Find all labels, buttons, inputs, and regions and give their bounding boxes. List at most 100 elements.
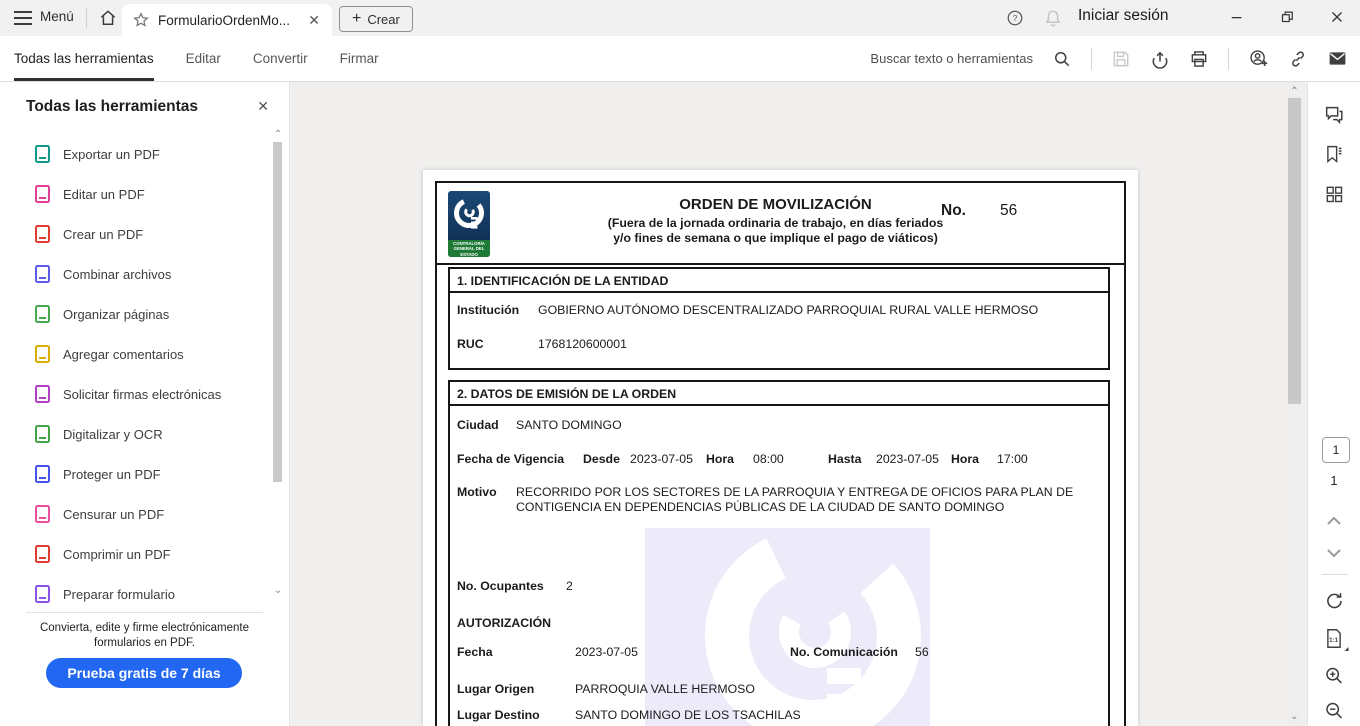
bookmarks-icon[interactable] [1324, 144, 1345, 165]
section-identificacion: 1. IDENTIFICACIÓN DE LA ENTIDAD Instituc… [448, 267, 1110, 370]
create-pdf-item[interactable]: Crear un PDF [0, 214, 270, 254]
tools-list: Exportar un PDF Editar un PDF Crear un P… [0, 134, 270, 612]
export-pdf-item[interactable]: Exportar un PDF [0, 134, 270, 174]
destino-value: SANTO DOMINGO DE LOS TSACHILAS [575, 708, 801, 722]
origen-value: PARROQUIA VALLE HERMOSO [575, 682, 755, 696]
page-down-icon[interactable] [1325, 546, 1343, 560]
tool-item-label: Organizar páginas [63, 307, 169, 322]
comments-icon[interactable] [1323, 104, 1345, 126]
tab-all-tools[interactable]: Todas las herramientas [14, 36, 154, 81]
add-reviewer-icon[interactable] [1248, 48, 1269, 69]
search-icon[interactable] [1052, 49, 1072, 69]
search-label[interactable]: Buscar texto o herramientas [870, 51, 1033, 66]
svg-text:1:1: 1:1 [1329, 637, 1338, 644]
comunicacion-value: 56 [915, 645, 929, 659]
motivo-value-line1: RECORRIDO POR LOS SECTORES DE LA PARROQU… [516, 485, 1073, 499]
request-signatures-item[interactable]: Solicitar firmas electrónicas [0, 374, 270, 414]
compress-pdf-item[interactable]: Comprimir un PDF [0, 534, 270, 574]
page-number-input[interactable]: 1 [1322, 437, 1350, 463]
institucion-value: GOBIERNO AUTÓNOMO DESCENTRALIZADO PARROQ… [538, 303, 1038, 317]
doc-scrollbar-thumb[interactable] [1288, 98, 1301, 404]
share-upload-icon[interactable] [1150, 49, 1170, 69]
tab-sign[interactable]: Firmar [340, 36, 379, 81]
motivo-value-line2: CONTIGENCIA EN DEPENDENCIAS PÚBLICAS DE … [516, 500, 1004, 514]
right-rail: 1 1 1:1 [1307, 82, 1360, 726]
hora1-value: 08:00 [753, 452, 784, 466]
hasta-value: 2023-07-05 [876, 452, 939, 466]
autorizacion-heading: AUTORIZACIÓN [457, 616, 551, 630]
protect-pdf-item[interactable]: Proteger un PDF [0, 454, 270, 494]
page-thumbnails-icon[interactable] [1324, 184, 1344, 204]
vigencia-label: Fecha de Vigencia [457, 452, 564, 466]
favorite-star-icon[interactable] [132, 11, 150, 29]
ocupantes-label: No. Ocupantes [457, 579, 544, 593]
document-viewport: CONTRALORÍA GENERAL DEL ESTADO ORDEN DE … [291, 82, 1307, 726]
prepare-form-item[interactable]: Preparar formulario [0, 574, 270, 612]
scrollbar-thumb[interactable] [273, 142, 282, 482]
combine-files-item[interactable]: Combinar archivos [0, 254, 270, 294]
tool-item-label: Agregar comentarios [63, 347, 184, 362]
all-tools-panel: Todas las herramientas ✕ Exportar un PDF… [0, 82, 290, 726]
tool-item-label: Editar un PDF [63, 187, 145, 202]
help-icon[interactable]: ? [1006, 9, 1024, 27]
page-total: 1 [1308, 474, 1360, 488]
home-icon[interactable] [98, 8, 118, 28]
tab-edit[interactable]: Editar [186, 36, 221, 81]
window-restore-icon[interactable] [1278, 8, 1296, 26]
edit-pdf-item[interactable]: Editar un PDF [0, 174, 270, 214]
form-number-label: No. [941, 202, 966, 220]
fecha-value: 2023-07-05 [575, 645, 638, 659]
comunicacion-label: No. Comunicación [790, 645, 898, 659]
tool-item-label: Comprimir un PDF [63, 547, 171, 562]
window-minimize-icon[interactable] [1228, 8, 1246, 26]
compress-pdf-icon [35, 545, 50, 563]
notifications-bell-icon[interactable] [1043, 8, 1063, 28]
link-icon[interactable] [1288, 49, 1308, 69]
tool-item-label: Digitalizar y OCR [63, 427, 163, 442]
menu-button[interactable]: Menú [40, 9, 74, 24]
titlebar: Menú FormularioOrdenMo... ✕ + Crear ? In… [0, 0, 1360, 36]
edit-pdf-icon [35, 185, 50, 203]
panel-scrollbar[interactable]: ⌃ ⌄ [273, 130, 283, 596]
scan-ocr-item[interactable]: Digitalizar y OCR [0, 414, 270, 454]
document-tab[interactable]: FormularioOrdenMo... ✕ [122, 4, 332, 36]
fecha-label: Fecha [457, 645, 493, 659]
add-comments-icon [35, 345, 50, 363]
free-trial-button[interactable]: Prueba gratis de 7 días [46, 658, 242, 688]
scroll-down-icon[interactable]: ⌄ [273, 586, 283, 596]
tab-convert[interactable]: Convertir [253, 36, 308, 81]
scroll-up-icon[interactable]: ⌃ [273, 130, 283, 140]
document-scrollbar[interactable]: ⌃ ⌄ [1288, 84, 1301, 724]
tool-item-label: Exportar un PDF [63, 147, 160, 162]
organize-pages-item[interactable]: Organizar páginas [0, 294, 270, 334]
tool-item-label: Proteger un PDF [63, 467, 161, 482]
window-close-icon[interactable] [1328, 8, 1346, 26]
tab-close-icon[interactable]: ✕ [306, 12, 322, 29]
page-up-icon[interactable] [1325, 514, 1343, 528]
ciudad-label: Ciudad [457, 418, 499, 432]
motivo-label: Motivo [457, 485, 497, 499]
zoom-out-icon[interactable] [1324, 700, 1345, 721]
destino-label: Lugar Destino [457, 708, 540, 722]
save-icon [1111, 49, 1131, 69]
rotate-page-icon[interactable] [1324, 590, 1345, 611]
tab-title: FormularioOrdenMo... [158, 13, 298, 28]
create-button[interactable]: + Crear [339, 6, 413, 32]
add-comments-item[interactable]: Agregar comentarios [0, 334, 270, 374]
redact-pdf-item[interactable]: Censurar un PDF [0, 494, 270, 534]
sign-in-button[interactable]: Iniciar sesión [1078, 7, 1168, 25]
actual-size-icon[interactable]: 1:1 [1324, 627, 1345, 650]
doc-scroll-down-icon[interactable]: ⌄ [1288, 711, 1301, 722]
panel-footer-text: Convierta, edite y firme electrónicament… [10, 621, 279, 651]
tool-item-label: Combinar archivos [63, 267, 171, 282]
pdf-page: CONTRALORÍA GENERAL DEL ESTADO ORDEN DE … [423, 170, 1138, 726]
email-icon[interactable] [1327, 48, 1348, 69]
print-icon[interactable] [1189, 49, 1209, 69]
form-header: CONTRALORÍA GENERAL DEL ESTADO ORDEN DE … [437, 183, 1124, 265]
doc-scroll-up-icon[interactable]: ⌃ [1288, 86, 1301, 97]
zoom-in-icon[interactable] [1324, 665, 1345, 686]
panel-close-icon[interactable]: ✕ [257, 98, 269, 115]
organize-pages-icon [35, 305, 50, 323]
menu-hamburger-icon[interactable] [14, 11, 32, 25]
desde-value: 2023-07-05 [630, 452, 693, 466]
